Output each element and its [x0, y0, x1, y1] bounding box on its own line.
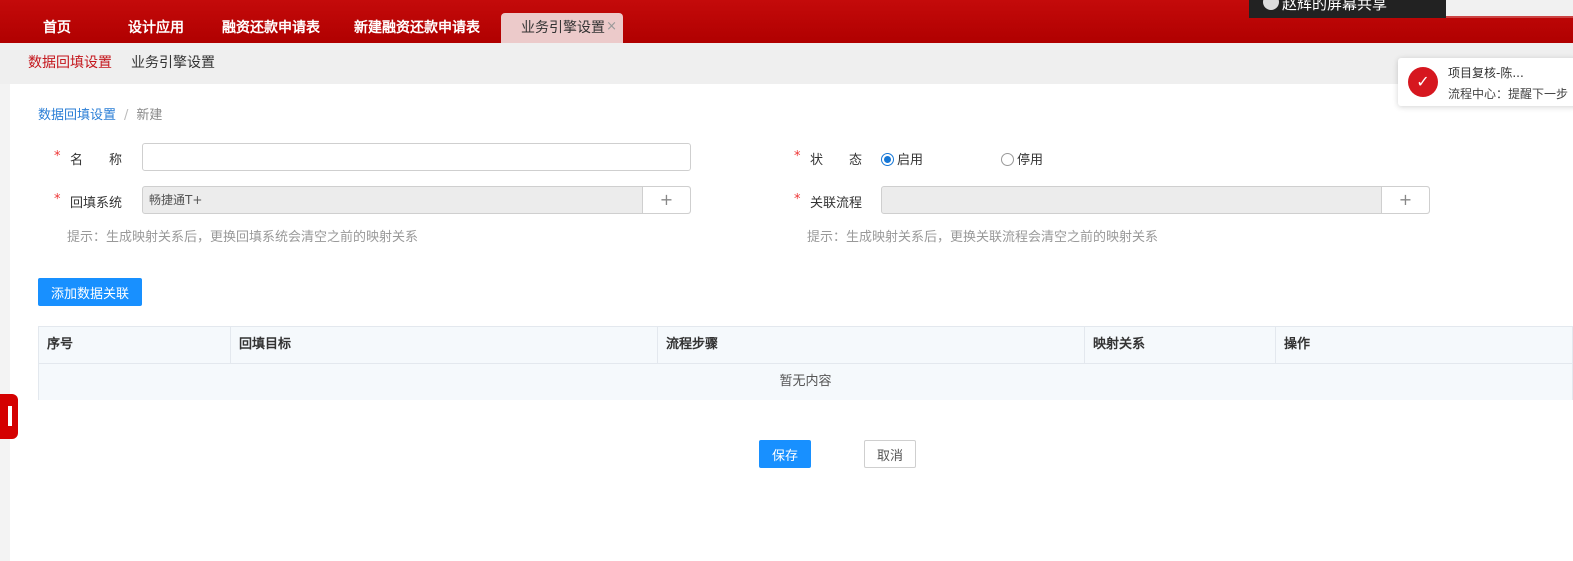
add-data-relation-button[interactable]: 添加数据关联: [38, 278, 142, 306]
table-header-cell: 流程步骤: [658, 327, 1085, 363]
name-label: 名 称: [70, 153, 123, 168]
notification-text: 流程中心：提醒下一步: [1448, 87, 1569, 101]
table-header-cell: 映射关系: [1085, 327, 1276, 363]
sub-nav: 数据回填设置 业务引擎设置: [0, 43, 1573, 84]
subnav-item-engine[interactable]: 业务引擎设置: [131, 43, 215, 84]
radio-checked-icon: [881, 153, 894, 166]
fill-system-label: 回填系统: [70, 196, 123, 211]
tab-new-repayment-form[interactable]: 新建融资还款申请表: [354, 0, 480, 43]
status-option-label: 停用: [1017, 153, 1044, 168]
related-flow-input: +: [881, 186, 1430, 214]
table-header-cell: 回填目标: [231, 327, 658, 363]
cancel-button[interactable]: 取消: [864, 440, 916, 468]
breadcrumb-separator: /: [124, 108, 129, 123]
status-radio-disabled[interactable]: 停用: [1001, 149, 1043, 168]
table-header-cell: 操作: [1284, 337, 1311, 352]
approval-icon: ✓: [1408, 67, 1438, 97]
related-flow-hint: 提示：生成映射关系后，更换关联流程会清空之前的映射关系: [807, 230, 1159, 245]
page: 首页 设计应用 融资还款申请表 新建融资还款申请表 业务引擎设置 × 赵辉的屏幕…: [0, 0, 1573, 561]
required-mark: *: [54, 149, 61, 164]
screen-share-icon: [1263, 0, 1279, 10]
tab-home[interactable]: 首页: [43, 0, 71, 43]
left-edge: [0, 84, 10, 561]
notification-title: 项目复核-陈...: [1448, 66, 1524, 80]
required-mark: *: [794, 149, 801, 164]
radio-unchecked-icon: [1001, 153, 1014, 166]
breadcrumb-current: 新建: [136, 108, 163, 123]
table-empty-row: 暂无内容: [39, 364, 1572, 400]
table-header-cell: 序号: [39, 327, 231, 363]
breadcrumb-parent-link[interactable]: 数据回填设置: [38, 108, 116, 123]
required-mark: *: [54, 192, 61, 207]
status-label: 状 态: [810, 153, 863, 168]
notification-popup[interactable]: ✓ 项目复核-陈... 流程中心：提醒下一步: [1398, 58, 1573, 106]
status-radio-enabled[interactable]: 启用: [881, 149, 923, 168]
mapping-table: 序号 回填目标 流程步骤 映射关系 操作 暂无内容: [38, 326, 1573, 400]
fill-system-input: 畅捷通T+ +: [142, 186, 691, 214]
breadcrumb: 数据回填设置 / 新建: [38, 104, 162, 123]
related-flow-label: 关联流程: [810, 196, 863, 211]
related-flow-add-button[interactable]: +: [1381, 187, 1429, 213]
status-option-label: 启用: [897, 153, 924, 168]
subnav-item-data-fill[interactable]: 数据回填设置: [28, 43, 112, 84]
save-button[interactable]: 保存: [759, 440, 811, 468]
table-header: 序号 回填目标 流程步骤 映射关系 操作: [39, 327, 1572, 364]
tab-repayment-form[interactable]: 融资还款申请表: [222, 0, 320, 43]
screen-share-thumbnail: [1446, 0, 1573, 18]
close-icon[interactable]: ×: [606, 12, 617, 42]
fill-system-hint: 提示：生成映射关系后，更换回填系统会清空之前的映射关系: [67, 230, 419, 245]
name-input[interactable]: [142, 143, 691, 171]
fill-system-add-button[interactable]: +: [642, 187, 690, 213]
screen-share-banner: 赵辉的屏幕共享: [1249, 0, 1446, 18]
tab-label: 业务引擎设置: [521, 20, 605, 36]
sidebar-toggle-handle[interactable]: [0, 394, 18, 439]
screen-share-label: 赵辉的屏幕共享: [1282, 0, 1388, 13]
required-mark: *: [794, 192, 801, 207]
tab-business-engine-settings[interactable]: 业务引擎设置 ×: [501, 13, 623, 43]
fill-system-value: 畅捷通T+: [149, 193, 203, 207]
tab-design-app[interactable]: 设计应用: [128, 0, 184, 43]
